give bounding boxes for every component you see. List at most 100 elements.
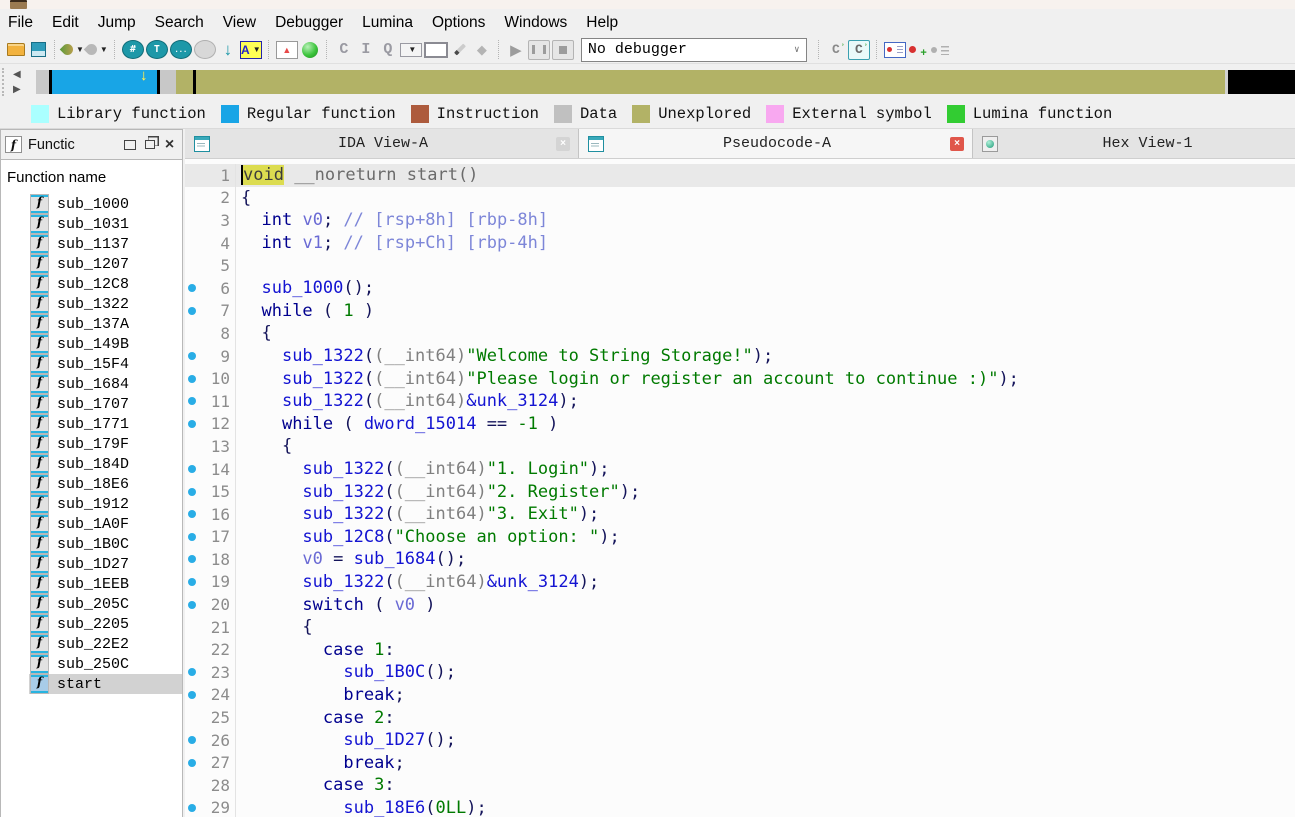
pause-process-icon[interactable] bbox=[527, 39, 550, 60]
breakpoint-gutter[interactable] bbox=[185, 736, 203, 745]
save-file-icon[interactable] bbox=[28, 40, 48, 60]
functions-panel-titlebar[interactable]: f Functic × bbox=[0, 129, 183, 160]
function-list-item[interactable]: f sub_184D bbox=[29, 454, 182, 474]
start-process-icon[interactable]: ▶ bbox=[506, 40, 526, 60]
watch-list-icon[interactable] bbox=[883, 41, 906, 58]
dropdown-arrow-icon[interactable]: ▼ bbox=[408, 45, 416, 54]
pseudocode-view[interactable]: 1 void __noreturn start() 2{3 int v0; // [… bbox=[185, 159, 1295, 817]
navband-drag-handle[interactable] bbox=[2, 68, 7, 96]
menu-lumina[interactable]: Lumina bbox=[362, 14, 413, 32]
statement-bullet-icon[interactable] bbox=[188, 736, 196, 745]
stop-process-icon[interactable] bbox=[551, 39, 574, 60]
dropdown-arrow-icon[interactable]: ▼ bbox=[76, 45, 84, 54]
menu-edit[interactable]: Edit bbox=[52, 14, 79, 32]
function-list-item[interactable]: f sub_1031 bbox=[29, 214, 182, 234]
tab-close-icon[interactable]: × bbox=[950, 136, 964, 151]
text-window-icon[interactable] bbox=[145, 40, 168, 59]
breakpoint-gutter[interactable] bbox=[185, 306, 203, 315]
statement-bullet-icon[interactable] bbox=[188, 352, 196, 361]
nav-history-icon[interactable] bbox=[193, 40, 216, 59]
bookmark-icon[interactable] bbox=[275, 40, 298, 59]
function-list-item[interactable]: f sub_250C bbox=[29, 654, 182, 674]
function-list-item[interactable]: f sub_1684 bbox=[29, 374, 182, 394]
function-list-item[interactable]: f sub_179F bbox=[29, 434, 182, 454]
function-list-item[interactable]: f sub_12C8 bbox=[29, 274, 182, 294]
function-list-item[interactable]: f sub_1912 bbox=[29, 494, 182, 514]
tab-hex-view-1[interactable]: Hex View-1 bbox=[973, 129, 1295, 158]
navigate-back-icon[interactable]: ▼ bbox=[62, 40, 84, 60]
tab-ida-view-a[interactable]: IDA View-A × bbox=[185, 129, 579, 158]
breakpoint-gutter[interactable] bbox=[185, 465, 203, 474]
new-window-icon[interactable]: ▼ bbox=[399, 42, 422, 57]
menu-windows[interactable]: Windows bbox=[504, 14, 567, 32]
produce-q-icon[interactable]: Q bbox=[378, 40, 398, 60]
menu-search[interactable]: Search bbox=[155, 14, 204, 32]
breakpoint-gutter[interactable] bbox=[185, 690, 203, 699]
statement-bullet-icon[interactable] bbox=[188, 419, 196, 428]
function-list-item[interactable]: f sub_137A bbox=[29, 314, 182, 334]
menu-debugger[interactable]: Debugger bbox=[275, 14, 343, 32]
jump-down-icon[interactable]: ↓ bbox=[218, 40, 238, 60]
statement-bullet-icon[interactable] bbox=[188, 532, 196, 541]
combo-chevron-icon[interactable]: ∨ bbox=[788, 39, 806, 61]
bpt-add-icon[interactable] bbox=[908, 43, 928, 59]
function-list-item[interactable]: f sub_1771 bbox=[29, 414, 182, 434]
menu-jump[interactable]: Jump bbox=[98, 14, 136, 32]
breakpoint-gutter[interactable] bbox=[185, 600, 203, 609]
function-list-item[interactable]: f sub_2205 bbox=[29, 614, 182, 634]
diamond-icon[interactable]: ◆ bbox=[472, 40, 492, 60]
function-list-item[interactable]: f sub_149B bbox=[29, 334, 182, 354]
function-list-item[interactable]: f sub_1707 bbox=[29, 394, 182, 414]
breakpoint-gutter[interactable] bbox=[185, 487, 203, 496]
navigation-band[interactable]: ↓ bbox=[36, 67, 1295, 94]
breakpoint-gutter[interactable] bbox=[185, 555, 203, 564]
function-list-item[interactable]: f sub_1A0F bbox=[29, 514, 182, 534]
close-button[interactable]: × bbox=[161, 136, 178, 152]
function-list-item[interactable]: f sub_1D27 bbox=[29, 554, 182, 574]
function-list-item[interactable]: f sub_1207 bbox=[29, 254, 182, 274]
open-file-icon[interactable] bbox=[6, 40, 26, 60]
menu-view[interactable]: View bbox=[223, 14, 256, 32]
breakpoint-gutter[interactable] bbox=[185, 374, 203, 383]
dropdown-arrow-icon[interactable]: ▼ bbox=[100, 45, 108, 54]
navband-right-arrow-icon[interactable]: ▶ bbox=[13, 83, 33, 96]
breakpoint-gutter[interactable] bbox=[185, 397, 203, 406]
tab-close-icon[interactable]: × bbox=[556, 136, 570, 151]
hex-window-icon[interactable] bbox=[121, 40, 144, 59]
breakpoint-gutter[interactable] bbox=[185, 758, 203, 767]
breakpoint-gutter[interactable] bbox=[185, 803, 203, 812]
breakpoint-gutter[interactable] bbox=[185, 284, 203, 293]
statement-bullet-icon[interactable] bbox=[188, 668, 196, 677]
function-list-item[interactable]: f sub_1322 bbox=[29, 294, 182, 314]
statement-bullet-icon[interactable] bbox=[188, 600, 196, 609]
function-list-item[interactable]: f sub_205C bbox=[29, 594, 182, 614]
statement-bullet-icon[interactable] bbox=[188, 284, 196, 293]
menu-file[interactable]: File bbox=[8, 14, 33, 32]
breakpoint-gutter[interactable] bbox=[185, 352, 203, 361]
function-list-item[interactable]: f sub_1EEB bbox=[29, 574, 182, 594]
function-list-item[interactable]: f sub_1000 bbox=[29, 194, 182, 214]
continue-process-icon[interactable]: C bbox=[847, 39, 870, 60]
dropdown-arrow-icon[interactable]: ▼ bbox=[253, 45, 261, 54]
navband-left-arrow-icon[interactable]: ◀ bbox=[13, 68, 33, 81]
function-list-item[interactable]: f sub_18E6 bbox=[29, 474, 182, 494]
statement-bullet-icon[interactable] bbox=[188, 690, 196, 699]
breakpoint-gutter[interactable] bbox=[185, 532, 203, 541]
breakpoint-gutter[interactable] bbox=[185, 577, 203, 586]
produce-c-icon[interactable]: C bbox=[334, 40, 354, 60]
breakpoint-gutter[interactable] bbox=[185, 668, 203, 677]
statement-bullet-icon[interactable] bbox=[188, 306, 196, 315]
attach-options-icon[interactable]: C bbox=[826, 39, 846, 59]
statement-bullet-icon[interactable] bbox=[188, 758, 196, 767]
statement-bullet-icon[interactable] bbox=[188, 577, 196, 586]
function-list-item[interactable]: f start bbox=[29, 674, 182, 694]
function-name-column-header[interactable]: Function name bbox=[1, 160, 182, 194]
menu-help[interactable]: Help bbox=[586, 14, 618, 32]
maximize-button[interactable] bbox=[121, 137, 138, 152]
frame-icon[interactable] bbox=[423, 41, 448, 58]
statement-bullet-icon[interactable] bbox=[188, 510, 196, 519]
edit-func-icon[interactable] bbox=[450, 40, 470, 60]
strings-window-icon[interactable] bbox=[169, 40, 192, 59]
breakpoint-gutter[interactable] bbox=[185, 419, 203, 428]
statement-bullet-icon[interactable] bbox=[188, 374, 196, 383]
